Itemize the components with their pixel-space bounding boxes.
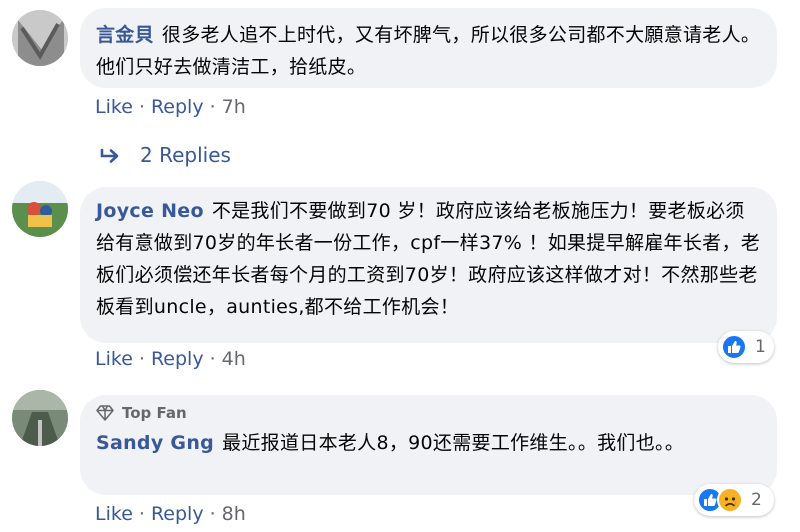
reply-link-2[interactable]: Reply	[151, 348, 204, 370]
reply-arrow-icon	[100, 148, 119, 163]
top-fan-badge: Top Fan	[96, 403, 761, 423]
comment-author-3[interactable]: Sandy Gng	[96, 432, 214, 454]
comment-body-1: 言金貝 很多老人追不上时代，又有坏脾气，所以很多公司都不大願意请老人。他们只好去做…	[96, 19, 761, 83]
avatar-commenter-1[interactable]	[12, 10, 68, 66]
timestamp-3[interactable]: 8h	[222, 503, 246, 525]
comment-bubble-3: Top Fan Sandy Gng 最近报道日本老人8，90还需要工作维生。。我们…	[80, 395, 777, 495]
comment-actions-1: Like · Reply · 7h	[95, 96, 246, 118]
avatar-photo-icon	[12, 10, 68, 66]
reaction-count-2: 1	[755, 337, 766, 357]
reply-link-3[interactable]: Reply	[151, 503, 204, 525]
reply-link-1[interactable]: Reply	[151, 96, 204, 118]
comment-actions-3: Like · Reply · 8h	[95, 503, 246, 525]
comment-bubble-1: 言金貝 很多老人追不上时代，又有坏脾气，所以很多公司都不大願意请老人。他们只好去做…	[80, 8, 777, 88]
comment-bubble-2: Joyce Neo 不是我们不要做到70 岁！政府应该给老板施压力！要老板必须给有…	[80, 187, 777, 343]
avatar-commenter-3[interactable]	[12, 390, 68, 446]
like-link-2[interactable]: Like	[95, 348, 133, 370]
view-replies-link[interactable]: 2 Replies	[100, 142, 231, 168]
timestamp-2[interactable]: 4h	[222, 348, 246, 370]
timestamp-1[interactable]: 7h	[222, 96, 246, 118]
comment-body-3: Sandy Gng 最近报道日本老人8，90还需要工作维生。。我们也。。	[96, 427, 761, 459]
like-link-1[interactable]: Like	[95, 96, 133, 118]
avatar-photo-icon	[12, 390, 68, 446]
comment-text-1: 很多老人追不上时代，又有坏脾气，所以很多公司都不大願意请老人。他们只好去做清洁工…	[96, 24, 761, 78]
diamond-icon	[96, 405, 114, 421]
replies-count-label: 2 Replies	[140, 143, 231, 167]
reaction-summary-3[interactable]: 2	[694, 484, 774, 516]
avatar-photo-icon	[12, 181, 68, 237]
comment-author-1[interactable]: 言金貝	[96, 24, 154, 46]
sad-icon	[717, 487, 743, 513]
like-link-3[interactable]: Like	[95, 503, 133, 525]
comment-body-2: Joyce Neo 不是我们不要做到70 岁！政府应该给老板施压力！要老板必须给有…	[96, 195, 761, 323]
reaction-count-3: 2	[751, 490, 762, 510]
avatar-commenter-2[interactable]	[12, 181, 68, 237]
comment-actions-2: Like · Reply · 4h	[95, 348, 246, 370]
comment-text-3: 最近报道日本老人8，90还需要工作维生。。我们也。。	[222, 432, 685, 454]
reaction-summary-2[interactable]: 1	[718, 331, 774, 363]
comment-author-2[interactable]: Joyce Neo	[96, 200, 204, 222]
top-fan-label: Top Fan	[122, 404, 187, 422]
like-icon	[721, 334, 747, 360]
